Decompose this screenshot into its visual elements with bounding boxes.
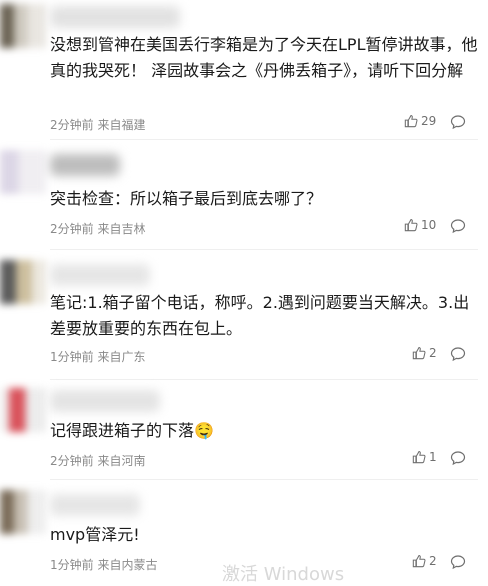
comment-meta: 1分钟前 来自内蒙古 bbox=[50, 556, 157, 573]
like-count: 1 bbox=[429, 450, 437, 464]
avatar[interactable] bbox=[0, 388, 46, 432]
username[interactable] bbox=[50, 390, 160, 412]
avatar[interactable] bbox=[0, 4, 46, 48]
like-button[interactable]: 1 bbox=[412, 450, 437, 464]
comment-bubble-icon[interactable] bbox=[450, 114, 466, 130]
thumbs-up-icon bbox=[412, 347, 426, 360]
like-count: 29 bbox=[421, 114, 437, 128]
username[interactable] bbox=[50, 264, 150, 286]
like-button[interactable]: 29 bbox=[404, 114, 436, 128]
comment-text: 记得跟进箱子的下落🤤 bbox=[50, 421, 214, 440]
comment-meta: 2分钟前 来自河南 bbox=[50, 452, 145, 469]
like-button[interactable]: 2 bbox=[412, 346, 437, 360]
username[interactable] bbox=[50, 6, 180, 28]
thumbs-up-icon bbox=[404, 115, 418, 128]
like-count: 10 bbox=[421, 218, 437, 232]
avatar[interactable] bbox=[0, 490, 46, 534]
comment-item: 记得跟进箱子的下落🤤 2分钟前 来自河南 1 bbox=[0, 380, 488, 480]
comment-bubble-icon[interactable] bbox=[450, 346, 466, 362]
comment-location: 来自内蒙古 bbox=[97, 558, 158, 572]
windows-activation-watermark: 激活 Windows bbox=[222, 564, 345, 585]
comment-bubble-icon[interactable] bbox=[450, 218, 466, 234]
like-count: 2 bbox=[429, 554, 437, 568]
comment-meta: 2分钟前 来自福建 bbox=[50, 116, 145, 133]
avatar[interactable] bbox=[0, 150, 46, 194]
comment-time: 2分钟前 bbox=[50, 118, 94, 132]
comment-item: 笔记:1.箱子留个电话，称呼。2.遇到问题要当天解决。3.出差要放重要的东西在包… bbox=[0, 250, 488, 380]
username[interactable] bbox=[50, 154, 120, 176]
comment-time: 1分钟前 bbox=[50, 558, 94, 572]
thumbs-up-icon bbox=[412, 555, 426, 568]
comment-location: 来自吉林 bbox=[97, 222, 146, 236]
comment-item: 突击检查：所以箱子最后到底去哪了？ 2分钟前 来自吉林 10 bbox=[0, 140, 488, 250]
comment-bubble-icon[interactable] bbox=[450, 554, 466, 570]
like-button[interactable]: 2 bbox=[412, 554, 437, 568]
comment-location: 来自河南 bbox=[97, 454, 146, 468]
comment-location: 来自福建 bbox=[97, 118, 146, 132]
comment-meta: 1分钟前 来自广东 bbox=[50, 348, 145, 365]
comment-time: 2分钟前 bbox=[50, 454, 94, 468]
comment-text: 笔记:1.箱子留个电话，称呼。2.遇到问题要当天解决。3.出差要放重要的东西在包… bbox=[50, 293, 470, 338]
like-count: 2 bbox=[429, 346, 437, 360]
like-button[interactable]: 10 bbox=[404, 218, 436, 232]
username[interactable] bbox=[50, 494, 140, 516]
comment-text: 突击检查：所以箱子最后到底去哪了？ bbox=[50, 189, 323, 208]
thumbs-up-icon bbox=[412, 451, 426, 464]
comment-text: mvp管泽元! bbox=[50, 525, 140, 544]
comment-time: 2分钟前 bbox=[50, 222, 94, 236]
comment-time: 1分钟前 bbox=[50, 350, 94, 364]
comment-meta: 2分钟前 来自吉林 bbox=[50, 220, 145, 237]
comment-text: 没想到管神在美国丢行李箱是为了今天在LPL暂停讲故事，他真的我哭死！ 泽园故事会… bbox=[50, 35, 478, 80]
comment-bubble-icon[interactable] bbox=[450, 450, 466, 466]
thumbs-up-icon bbox=[404, 219, 418, 232]
avatar[interactable] bbox=[0, 260, 46, 304]
comment-location: 来自广东 bbox=[97, 350, 146, 364]
comment-item: 没想到管神在美国丢行李箱是为了今天在LPL暂停讲故事，他真的我哭死！ 泽园故事会… bbox=[0, 0, 488, 140]
